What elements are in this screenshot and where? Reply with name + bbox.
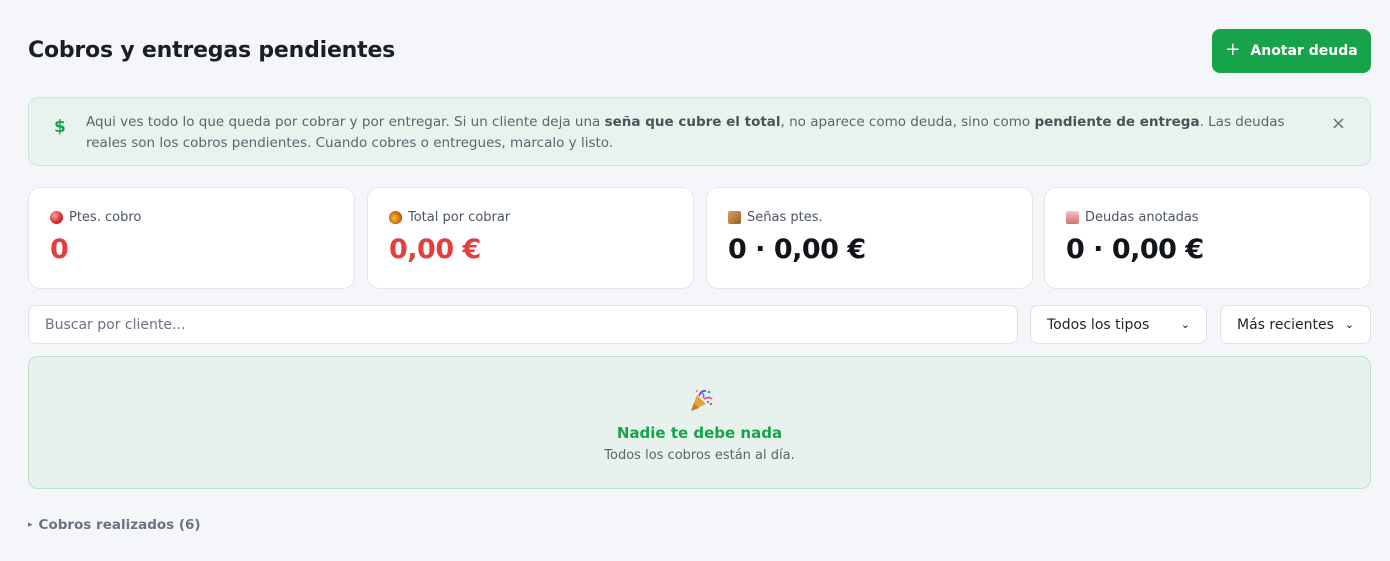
stat-label: Señas ptes. <box>728 210 823 225</box>
info-bold-pending-delivery: pendiente de entrega <box>1034 114 1200 130</box>
page-title: Cobros y entregas pendientes <box>28 38 396 63</box>
close-icon[interactable]: × <box>1331 115 1346 133</box>
sort-select[interactable]: Más recientes ⌄ <box>1220 305 1371 344</box>
stat-label: Ptes. cobro <box>50 210 141 225</box>
dollar-icon: $ <box>54 117 66 137</box>
sort-select-value: Más recientes <box>1237 316 1334 333</box>
red-circle-icon <box>50 211 63 224</box>
add-debt-label: Anotar deuda <box>1250 43 1358 59</box>
info-text-part: , no aparece como deuda, sino como <box>780 114 1035 130</box>
completed-collections-toggle[interactable]: ▸ Cobros realizados (6) <box>28 517 201 533</box>
search-input[interactable] <box>28 305 1018 344</box>
empty-state-subtitle: Todos los cobros están al día. <box>604 448 795 463</box>
completed-collections-label: Cobros realizados (6) <box>38 517 201 533</box>
triangle-right-icon: ▸ <box>28 520 33 530</box>
info-text-part: Aqui ves todo lo que queda por cobrar y … <box>86 114 605 130</box>
stat-label: Total por cobrar <box>389 210 510 225</box>
chevron-down-icon: ⌄ <box>1180 318 1190 331</box>
stat-label-text: Deudas anotadas <box>1085 210 1199 225</box>
info-text: Aqui ves todo lo que queda por cobrar y … <box>86 112 1316 154</box>
chevron-down-icon: ⌄ <box>1344 318 1354 331</box>
info-bold-deposit: seña que cubre el total <box>604 114 781 130</box>
empty-state-title: Nadie te debe nada <box>616 424 783 442</box>
plus-icon: + <box>1225 39 1241 60</box>
stat-value: 0,00 € <box>389 234 481 265</box>
stat-card-total-receivable: Total por cobrar 0,00 € <box>367 187 694 289</box>
type-select[interactable]: Todos los tipos ⌄ <box>1030 305 1207 344</box>
stat-card-recorded-debts: Deudas anotadas 0 · 0,00 € <box>1044 187 1371 289</box>
info-banner: $ Aqui ves todo lo que queda por cobrar … <box>28 97 1371 166</box>
stats-row: Ptes. cobro 0 Total por cobrar 0,00 € Se… <box>28 187 1371 289</box>
stat-label-text: Señas ptes. <box>747 210 823 225</box>
empty-state: Nadie te debe nada Todos los cobros está… <box>28 356 1371 489</box>
stat-label: Deudas anotadas <box>1066 210 1199 225</box>
package-icon <box>728 211 741 224</box>
stat-label-text: Total por cobrar <box>408 210 511 225</box>
filters-bar: Todos los tipos ⌄ Más recientes ⌄ <box>28 305 1371 344</box>
stat-card-pending-deposits: Señas ptes. 0 · 0,00 € <box>706 187 1033 289</box>
stat-value: 0 <box>50 234 69 265</box>
money-bag-icon <box>389 211 402 224</box>
stat-label-text: Ptes. cobro <box>69 210 142 225</box>
add-debt-button[interactable]: + Anotar deuda <box>1212 29 1371 73</box>
type-select-value: Todos los tipos <box>1047 316 1150 333</box>
stat-value: 0 · 0,00 € <box>728 234 866 265</box>
stat-card-pending-count: Ptes. cobro 0 <box>28 187 355 289</box>
party-popper-icon <box>691 389 713 411</box>
memo-icon <box>1066 211 1079 224</box>
page-header: Cobros y entregas pendientes + Anotar de… <box>28 29 1371 73</box>
stat-value: 0 · 0,00 € <box>1066 234 1204 265</box>
